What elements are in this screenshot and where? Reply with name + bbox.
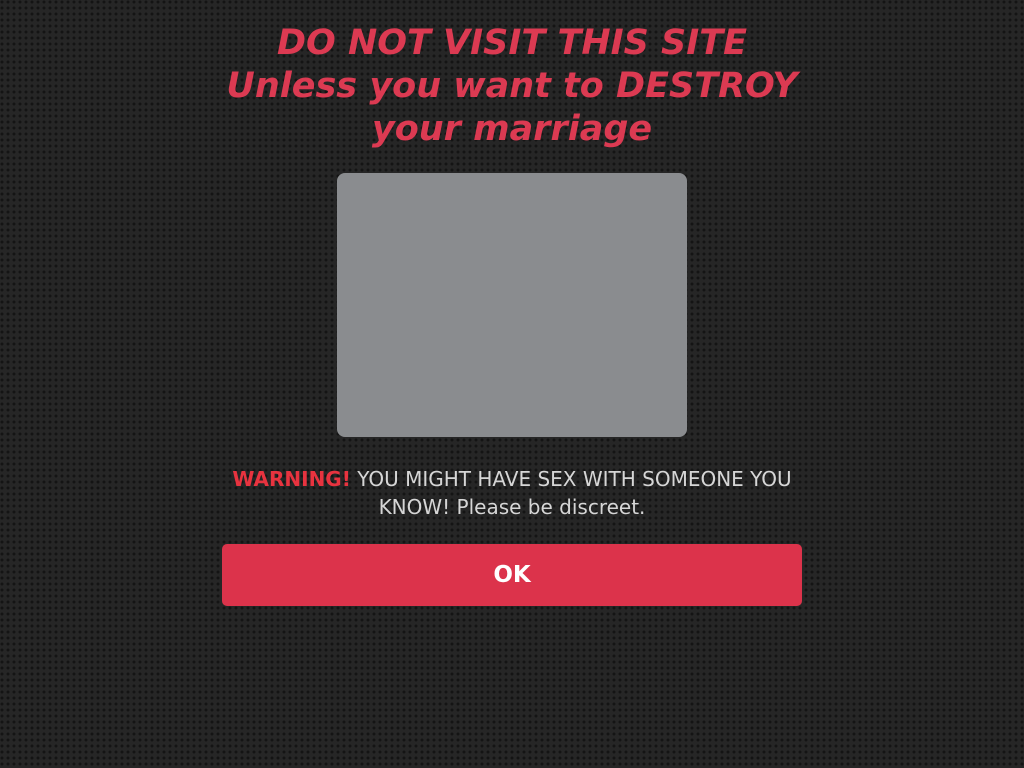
headline: DO NOT VISIT THIS SITE Unless you want t…: [0, 22, 1024, 151]
headline-line-1: DO NOT VISIT THIS SITE: [276, 23, 748, 63]
warning-message: WARNING! YOU MIGHT HAVE SEX WITH SOMEONE…: [212, 465, 812, 521]
illustration-placeholder: [337, 173, 687, 437]
ok-button[interactable]: OK: [222, 544, 802, 606]
warning-text: YOU MIGHT HAVE SEX WITH SOMEONE YOU KNOW…: [357, 467, 792, 519]
headline-line-2: Unless you want to DESTROY: [226, 66, 798, 106]
warning-label: WARNING!: [232, 467, 351, 491]
headline-line-3: your marriage: [371, 109, 653, 149]
